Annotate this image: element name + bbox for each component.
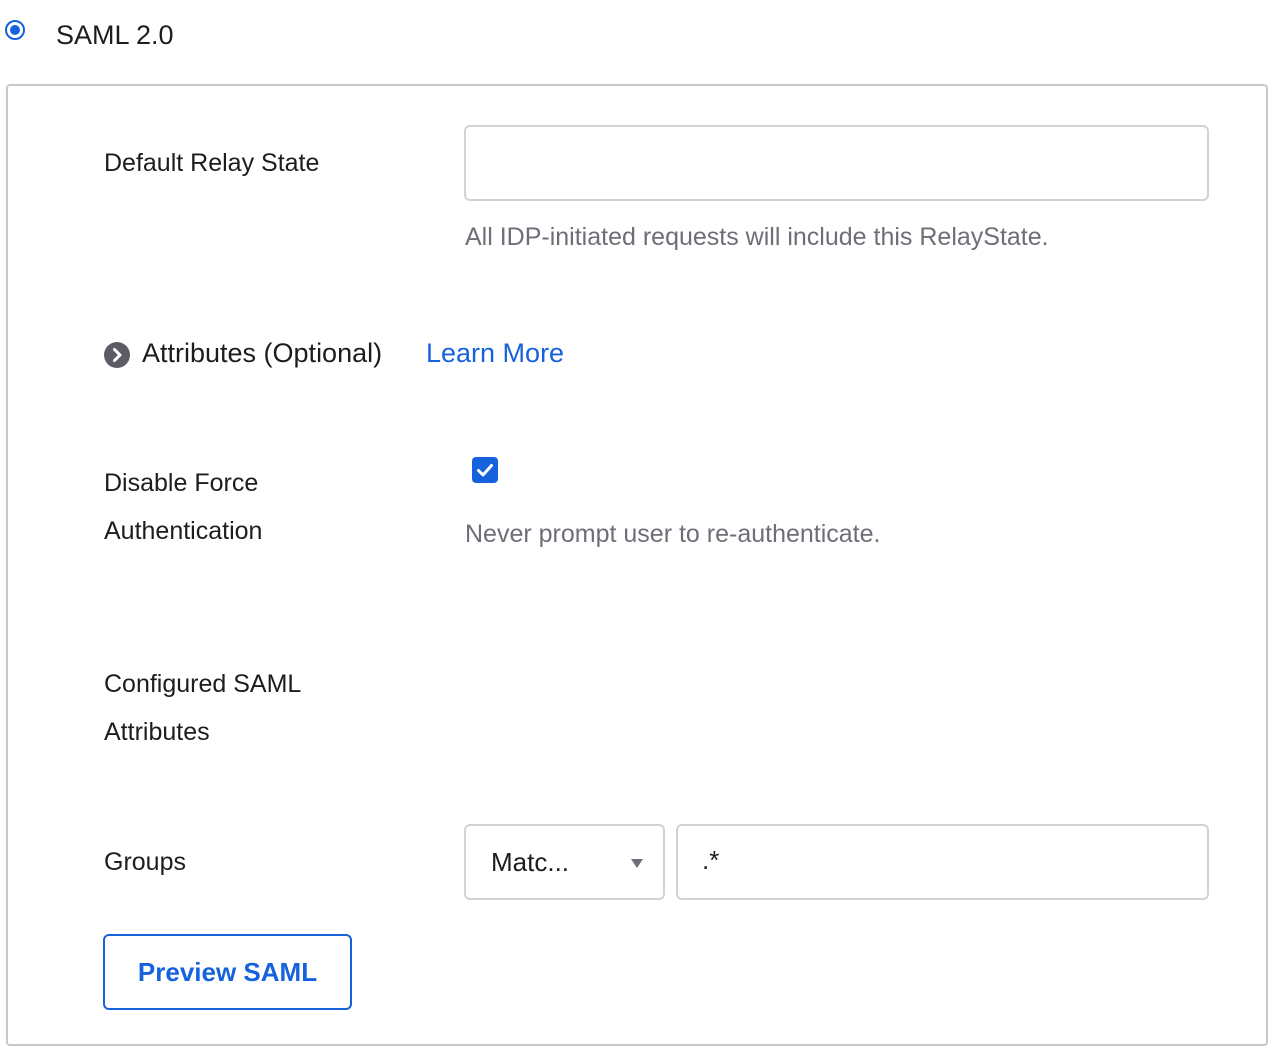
- force-auth-label-line2: Authentication: [104, 517, 263, 545]
- groups-filter-select[interactable]: Matc...: [464, 824, 665, 900]
- groups-filter-input-value: .*: [702, 845, 720, 875]
- groups-filter-input[interactable]: .*: [676, 824, 1209, 900]
- learn-more-link[interactable]: Learn More: [426, 336, 564, 370]
- saml-radio-label: SAML 2.0: [56, 20, 174, 50]
- configured-attributes-line2: Attributes: [104, 718, 210, 746]
- configured-attributes-label: Configured SAML Attributes: [104, 660, 301, 756]
- force-auth-hint: Never prompt user to re-authenticate.: [465, 520, 881, 548]
- relay-state-label: Default Relay State: [104, 149, 320, 177]
- relay-state-hint: All IDP-initiated requests will include …: [465, 223, 1049, 251]
- saml-radio[interactable]: [5, 20, 25, 40]
- force-auth-label-line1: Disable Force: [104, 469, 259, 497]
- caret-down-icon: [631, 859, 643, 868]
- attributes-toggle-label[interactable]: Attributes (Optional): [142, 336, 382, 370]
- groups-label: Groups: [104, 848, 186, 876]
- disable-force-auth-checkbox[interactable]: [472, 457, 498, 483]
- configured-attributes-line1: Configured SAML: [104, 670, 302, 698]
- groups-filter-value: Matc...: [491, 847, 570, 877]
- checkmark-icon: [477, 464, 493, 477]
- preview-saml-button[interactable]: Preview SAML: [103, 934, 352, 1010]
- force-auth-label: Disable Force Authentication: [104, 459, 262, 555]
- chevron-right-circle-icon[interactable]: [104, 342, 130, 368]
- relay-state-input[interactable]: [464, 125, 1209, 201]
